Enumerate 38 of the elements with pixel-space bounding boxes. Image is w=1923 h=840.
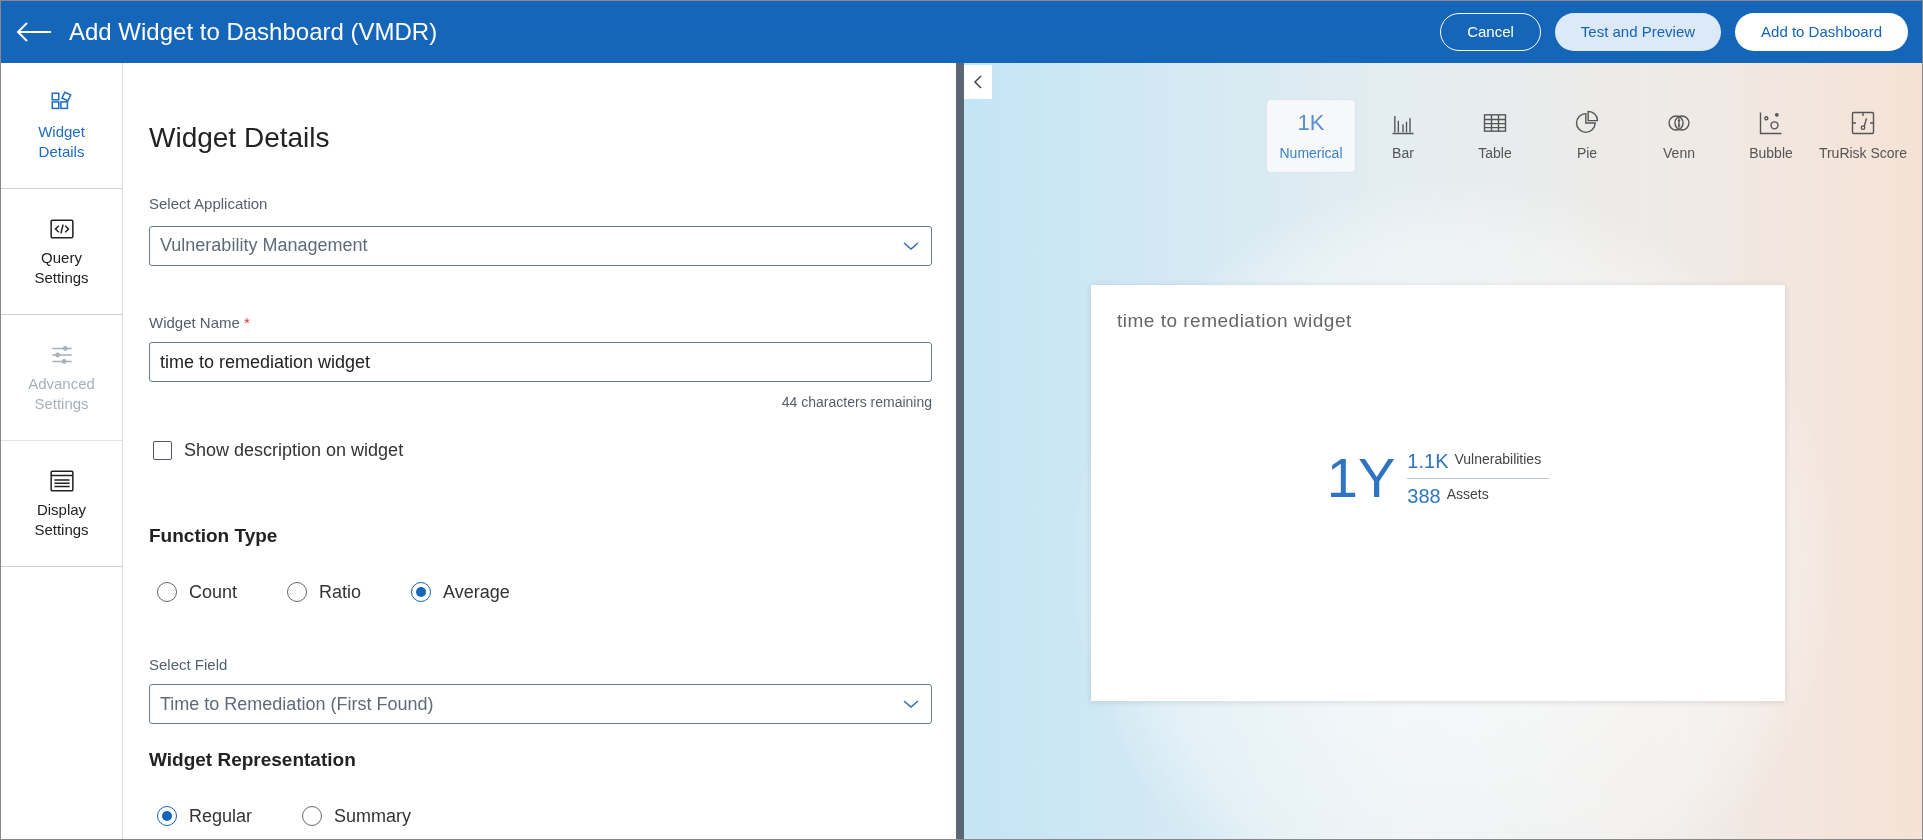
chart-type-tab[interactable]: Bar <box>1358 99 1448 173</box>
radio-option[interactable]: Ratio <box>287 578 362 606</box>
checkbox-option[interactable]: Show description on widget <box>149 437 932 464</box>
radio-option[interactable]: Count <box>157 578 238 606</box>
select-field[interactable]: Time to Remediation (First Found) <box>149 684 932 724</box>
stat-label: Vulnerabilities <box>1454 449 1542 469</box>
radio-option[interactable]: Regular <box>157 802 253 830</box>
chart-type-tab[interactable]: Pie <box>1542 99 1632 173</box>
select-field[interactable]: Vulnerability Management <box>149 225 932 266</box>
widget-name-input[interactable]: time to remediation widget <box>149 342 932 382</box>
widget-value: 1Y <box>1326 450 1396 506</box>
chart-type-tab[interactable]: 1K Numerical <box>1266 99 1356 173</box>
field-label: Select Application <box>149 194 269 214</box>
collapse-button[interactable] <box>964 65 992 99</box>
sidebar-tab[interactable]: Widget Details <box>1 63 122 189</box>
chart-type-tab[interactable]: Table <box>1450 99 1540 173</box>
chart-type-tab[interactable]: TruRisk Score <box>1818 99 1908 173</box>
sidebar-tab[interactable]: Query Settings <box>1 189 122 315</box>
field-label: Select Field <box>149 654 229 675</box>
field-label: Widget Name * <box>149 312 251 333</box>
chart-type-tab[interactable]: Bubble <box>1726 99 1816 173</box>
sidebar-tab[interactable]: Display Settings <box>1 441 122 567</box>
radio-option[interactable]: Summary <box>302 802 412 830</box>
section-title: Widget Details <box>149 121 331 155</box>
chart-type-tab[interactable]: Venn <box>1634 99 1724 173</box>
header-button[interactable]: Test and Preview <box>1554 13 1722 51</box>
display-settings-icon <box>48 467 75 494</box>
section-heading: Function Type <box>149 524 279 548</box>
stat-label: Assets <box>1446 484 1489 504</box>
character-count: 44 characters remaining <box>781 393 932 412</box>
widget-title: time to remediation widget <box>1117 309 1353 333</box>
radio-option[interactable]: Average <box>411 578 510 606</box>
page-title: Add Widget to Dashboard (VMDR) <box>69 17 438 47</box>
stat-value: 388 <box>1407 483 1441 509</box>
stat-value: 1.1K <box>1407 448 1449 474</box>
header-button[interactable]: Add to Dashboard <box>1735 13 1908 51</box>
section-heading: Widget Representation <box>149 748 357 772</box>
back-arrow-icon[interactable] <box>15 20 53 44</box>
